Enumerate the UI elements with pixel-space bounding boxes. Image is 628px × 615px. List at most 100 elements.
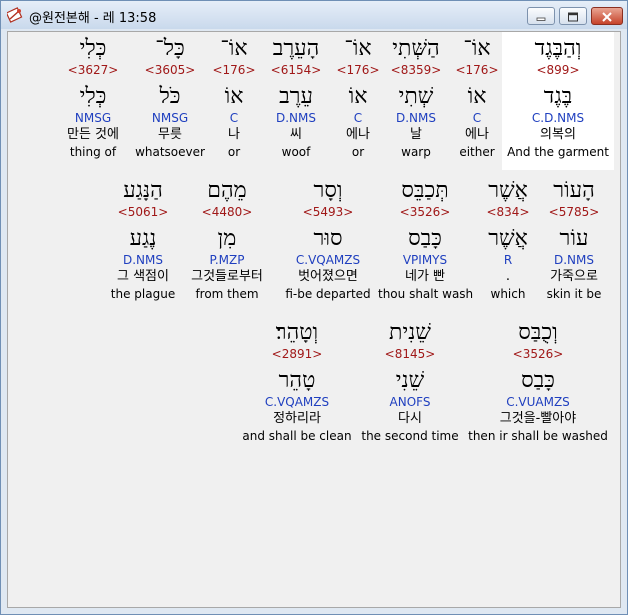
close-button[interactable] [591,7,623,25]
hebrew-word: הָעֵרֶב [272,36,320,61]
korean-gloss: 네가 빤 [404,269,445,284]
hebrew-word: וְהַבֶּגֶד [534,36,582,61]
word-cell[interactable]: תְּכַבֵּס <3526> כָּבַס VPIMYS 네가 빤 thou… [378,178,474,302]
korean-gloss: 씨 [290,127,302,142]
strong-number[interactable]: <3526> [468,346,608,362]
strong-number[interactable]: <176> [212,62,256,78]
hebrew-root: טָהֵר [278,368,316,393]
strong-number[interactable]: <5785> [538,204,610,220]
word-cell[interactable]: אוֹ־ <176> אוֹ C 나 or [212,36,256,160]
korean-gloss: 의복의 [540,127,576,142]
korean-gloss: 무릇 [158,127,182,142]
word-cell[interactable]: אוֹ־ <176> אוֹ C 에나 or [334,36,382,160]
strong-number[interactable]: <5493> [280,204,376,220]
app-window: @원전본해 - 레 13:58 כְּלִי <3627> כְּלִי NMS… [0,0,628,615]
word-cell[interactable]: הַנָּגַע <5061> נֶגַע D.NMS 그 색점이 the pl… [100,178,186,302]
english-gloss: which [490,287,526,301]
minimize-button[interactable] [527,7,555,25]
english-gloss: then ir shall be washed [468,429,608,443]
hebrew-root: אוֹ [224,84,244,109]
english-gloss: and shall be clean [242,429,352,443]
title-bar[interactable]: @원전본해 - 레 13:58 [1,1,627,29]
morphology-code: C.VUAMZS [506,395,570,409]
english-gloss: either [459,145,495,159]
hebrew-word: הַנָּגַע [123,178,163,203]
english-gloss: warp [401,145,431,159]
morphology-code: C.VQAMZS [264,395,330,409]
strong-number[interactable]: <176> [334,62,382,78]
hebrew-root: מִן [217,226,237,251]
hebrew-word: וְטָהֵר׃ [275,320,319,345]
strong-number[interactable]: <8359> [386,62,446,78]
word-cell[interactable]: אֲשֶׁר <834> אֲשֶׁר R . which [480,178,536,302]
word-cell[interactable]: אוֹ־ <176> אוֹ C 에나 either [452,36,502,160]
morphology-code: NMSG [74,111,112,125]
hebrew-word: הַשְּׁתִי [392,36,440,61]
app-book-icon [5,7,23,23]
korean-gloss: 정하리라 [273,411,321,426]
strong-number[interactable]: <5061> [100,204,186,220]
morphology-code: D.NMS [395,111,436,125]
morphology-code: C.D.NMS [531,111,585,125]
hebrew-root: עוֹר [559,226,589,251]
hebrew-root: שֵׁנִי [395,368,425,393]
word-cell[interactable]: הָעוֹר <5785> עוֹר D.NMS 가죽으로 skin it be [538,178,610,302]
hebrew-root: בֶּגֶד [543,84,573,109]
maximize-button[interactable] [559,7,587,25]
word-cell[interactable]: שֵׁנִית <8145> שֵׁנִי ANOFS 다시 the secon… [360,320,460,444]
morphology-code: R [503,253,513,267]
english-gloss: from them [195,287,259,301]
hebrew-root: אֲשֶׁר [488,226,528,251]
english-gloss: or [351,145,365,159]
word-cell[interactable]: וְטָהֵר׃ <2891> טָהֵר C.VQAMZS 정하리라 and … [240,320,354,444]
word-cell[interactable]: כְּלִי <3627> כְּלִי NMSG 만든 것에 thing of [53,36,133,160]
morphology-code: C [472,111,482,125]
strong-number[interactable]: <4480> [184,204,270,220]
word-cell-selected[interactable]: וְהַבֶּגֶד <899> בֶּגֶד C.D.NMS 의복의 And … [502,32,614,170]
english-gloss: fi-be departed [285,287,371,301]
english-gloss: woof [281,145,311,159]
word-cell[interactable]: הָעֵרֶב <6154> עֵרֶב D.NMS 씨 woof [264,36,328,160]
hebrew-word: הָעוֹר [553,178,595,203]
korean-gloss: 그것들로부터 [191,269,263,284]
korean-gloss: 에나 [465,127,489,142]
korean-gloss: 벗어졌으면 [298,269,358,284]
strong-number[interactable]: <834> [480,204,536,220]
minimize-icon [535,7,547,26]
english-gloss: thou shalt wash [378,287,474,301]
strong-number[interactable]: <3526> [378,204,472,220]
morphology-code: C [229,111,239,125]
strong-number[interactable]: <6154> [264,62,328,78]
strong-number[interactable]: <899> [502,62,614,78]
word-cell[interactable]: הַשְּׁתִי <8359> שְׁתִי D.NMS 날 warp [386,36,446,160]
close-icon [601,7,613,26]
window-title: @원전본해 - 레 13:58 [29,11,157,26]
hebrew-word: מֵהֶם [207,178,247,203]
english-gloss: whatsoever [135,145,205,159]
english-gloss: the second time [361,429,459,443]
korean-gloss: 다시 [398,411,422,426]
strong-number[interactable]: <8145> [360,346,460,362]
word-cell[interactable]: מֵהֶם <4480> מִן P.MZP 그것들로부터 from them [184,178,270,302]
hebrew-root: כָּבַס [408,226,442,251]
morphology-code: NMSG [151,111,189,125]
hebrew-word: אֲשֶׁר [488,178,528,203]
word-cell[interactable]: וְכֻבַּס <3526> כָּבַס C.VUAMZS 그것을-빨아야 … [468,320,608,444]
korean-gloss: . [505,269,511,284]
morphology-code: D.NMS [275,111,316,125]
hebrew-root: אוֹ [348,84,368,109]
strong-number[interactable]: <2891> [240,346,354,362]
english-gloss: the plague [110,287,176,301]
word-cell[interactable]: כָּל־ <3605> כֹּל NMSG 무릇 whatsoever [132,36,208,160]
korean-gloss: 만든 것에 [67,127,119,142]
hebrew-word: אוֹ־ [344,36,372,61]
strong-number[interactable]: <3605> [132,62,208,78]
hebrew-word: כְּלִי [79,36,107,61]
morphology-code: C [353,111,363,125]
hebrew-word: אוֹ־ [463,36,491,61]
word-cell[interactable]: וְסָר <5493> סוּר C.VQAMZS 벗어졌으면 fi-be d… [280,178,376,302]
maximize-icon [567,7,579,26]
morphology-code: VPIMYS [402,253,448,267]
strong-number[interactable]: <3627> [53,62,133,78]
strong-number[interactable]: <176> [452,62,502,78]
